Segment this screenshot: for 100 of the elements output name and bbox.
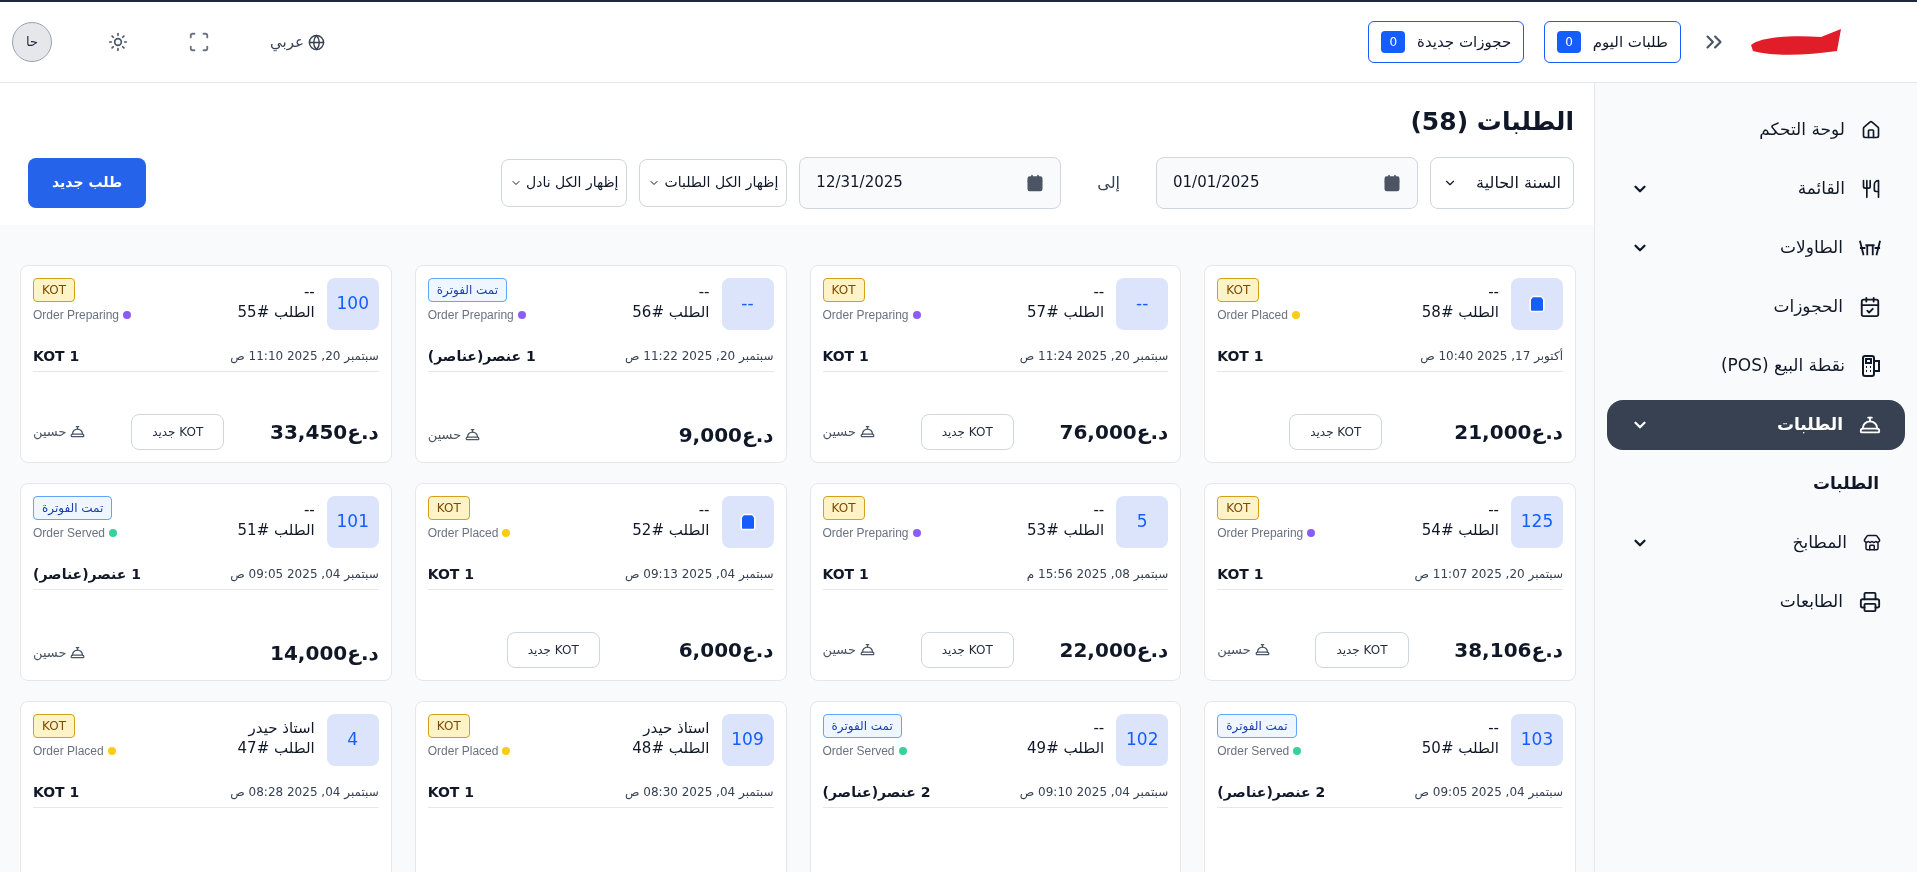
sidebar-item[interactable]: الحجوزات — [1607, 282, 1905, 332]
customer-name: -- — [1487, 281, 1499, 302]
sidebar-item[interactable]: القائمة — [1607, 164, 1905, 214]
table-number-badge: -- — [721, 277, 774, 330]
sidebar-item[interactable]: الطلبات — [1607, 400, 1905, 450]
sidebar-item[interactable]: لوحة التحكم — [1607, 105, 1905, 155]
printer-icon — [1859, 590, 1881, 613]
order-date: سبتمبر 20, 2025 11:24 ص — [1019, 348, 1169, 365]
table-number-badge: 109 — [721, 713, 774, 766]
waiter-icon — [859, 424, 875, 439]
order-date: سبتمبر 20, 2025 11:22 ص — [625, 348, 774, 365]
status-tag: KOT — [427, 495, 470, 520]
bell-icon — [1859, 414, 1881, 436]
sidebar-subitem[interactable]: الطلبات — [1812, 473, 1879, 493]
table-number-badge: -- — [1116, 277, 1169, 330]
new-order-button[interactable]: طلب جديد — [28, 157, 147, 208]
order-status: Order Placed — [1217, 306, 1288, 324]
new-kot-button[interactable]: KOT جديد — [131, 413, 225, 450]
home-icon — [1861, 120, 1881, 140]
status-tag: KOT — [822, 495, 865, 520]
sidebar-item[interactable]: المطابخ — [1607, 517, 1905, 568]
sidebar-item[interactable]: الطابعات — [1607, 576, 1905, 627]
language-button[interactable]: عربي — [270, 30, 325, 54]
user-avatar[interactable]: حا — [12, 22, 52, 62]
utensils-icon — [1861, 179, 1881, 199]
order-date: سبتمبر 20, 2025 11:07 ص — [1414, 566, 1563, 583]
order-amount: د.ع14,000 — [270, 639, 379, 667]
status-tag: KOT — [33, 713, 75, 738]
items-count: KOT 1 — [33, 782, 80, 802]
order-amount: د.ع9,000 — [678, 421, 774, 449]
waiter-name: حسين — [822, 640, 856, 660]
new-kot-button[interactable]: KOT جديد — [1315, 631, 1409, 668]
items-count: 2 عنصر(عناصر) — [1217, 782, 1326, 803]
order-amount: د.ع21,000 — [1454, 418, 1563, 446]
new-kot-button[interactable]: KOT جديد — [920, 631, 1014, 668]
new-kot-button[interactable]: KOT جديد — [506, 631, 600, 668]
order-status: Order Preparing — [33, 306, 120, 324]
customer-name: -- — [1487, 499, 1499, 520]
table-number-badge: 102 — [1116, 713, 1169, 766]
order-number: الطلب #51 — [236, 519, 315, 540]
table-number-badge: 5 — [1116, 495, 1169, 548]
order-amount: د.ع22,000 — [1059, 636, 1169, 664]
items-count: KOT 1 — [822, 346, 869, 366]
order-date: سبتمبر 04, 2025 08:28 ص — [230, 784, 379, 801]
order-status: Order Served — [33, 524, 106, 542]
date-to-field[interactable]: 12/31/2025 — [799, 156, 1062, 209]
filter-select[interactable]: إظهار الكل نادل — [501, 158, 628, 207]
order-date: أكتوبر 17, 2025 10:40 ص — [1420, 347, 1563, 365]
table-number-badge: 4 — [326, 713, 379, 766]
waiter-name: حسين — [822, 422, 856, 442]
status-tag: KOT — [1217, 277, 1260, 302]
waiter-icon — [70, 424, 86, 439]
customer-name: -- — [302, 499, 315, 520]
status-tag: KOT — [427, 713, 470, 738]
status-tag: KOT — [1217, 495, 1260, 520]
order-number: الطلب #47 — [236, 737, 315, 758]
sidebar-item[interactable]: نقطة البيع (POS) — [1607, 341, 1905, 391]
filter-select[interactable]: إظهار الكل الطلبات — [639, 158, 788, 207]
order-status: Order Preparing — [822, 306, 909, 324]
theme-toggle-icon[interactable] — [108, 32, 128, 52]
order-number: الطلب #53 — [1026, 519, 1105, 540]
order-number: الطلب #52 — [631, 519, 710, 540]
date-from-field[interactable]: 01/01/2025 — [1156, 156, 1418, 209]
order-amount: د.ع6,000 — [678, 636, 774, 664]
calendar-icon — [1859, 296, 1881, 318]
waiter-icon — [465, 427, 481, 442]
order-amount: د.ع76,000 — [1059, 418, 1169, 446]
fullscreen-icon[interactable] — [188, 31, 210, 53]
globe-icon — [307, 33, 325, 51]
items-count: 1 عنصر(عناصر) — [33, 564, 141, 585]
items-count: KOT 1 — [1217, 564, 1264, 584]
customer-name: -- — [1092, 499, 1105, 520]
customer-name: -- — [1092, 281, 1105, 302]
sidebar-item[interactable]: الطاولات — [1607, 223, 1905, 273]
order-status: Order Placed — [33, 742, 104, 760]
waiter-name: حسين — [427, 425, 462, 445]
shopping-bag-icon — [738, 512, 757, 531]
period-select[interactable]: السنة الحالية — [1430, 156, 1574, 209]
order-status: Order Preparing — [1217, 524, 1304, 542]
table-icon — [1859, 239, 1881, 257]
items-count: 2 عنصر(عناصر) — [822, 782, 931, 803]
customer-name: -- — [302, 281, 315, 302]
order-status: Order Served — [1217, 742, 1290, 760]
new-kot-button[interactable]: KOT جديد — [920, 413, 1014, 450]
waiter-name: حسين — [1217, 640, 1251, 660]
items-count: KOT 1 — [33, 346, 80, 366]
order-number: الطلب #58 — [1420, 301, 1499, 322]
card-terminal-icon — [1861, 355, 1881, 377]
waiter-name: حسين — [33, 643, 67, 663]
order-status: Order Placed — [427, 742, 499, 760]
order-date: سبتمبر 20, 2025 11:10 ص — [230, 348, 379, 365]
items-count: 1 عنصر(عناصر) — [427, 346, 536, 367]
order-number: الطلب #57 — [1026, 301, 1105, 322]
waiter-name: حسين — [33, 422, 67, 442]
order-date: سبتمبر 04, 2025 09:05 ص — [230, 566, 379, 583]
calendar-icon — [1383, 173, 1401, 192]
table-number-badge: 125 — [1511, 495, 1563, 548]
status-tag: تمت الفوترة — [822, 713, 902, 738]
new-kot-button[interactable]: KOT جديد — [1289, 413, 1383, 450]
shopping-bag-icon — [1528, 294, 1546, 313]
